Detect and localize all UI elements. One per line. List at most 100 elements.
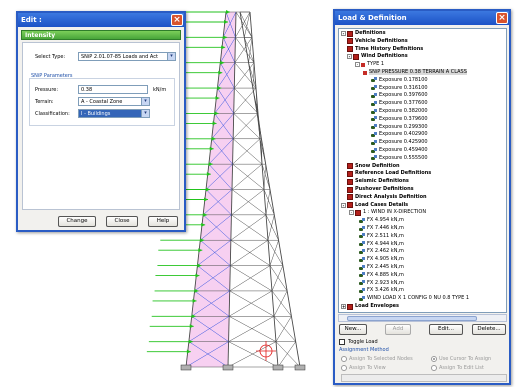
new-button[interactable]: New... (339, 324, 367, 335)
tree-node[interactable]: Pushover Definitions (347, 186, 414, 193)
tree-node[interactable]: FX 7.446 kN,m (359, 225, 404, 232)
horizontal-scrollbar[interactable] (338, 314, 507, 322)
tree-node[interactable]: FX 2.511 kN,m (359, 233, 404, 240)
tree-node[interactable]: SNiP PRESSURE 0.38 TERRAIN A CLASS (363, 69, 467, 76)
scroll-thumb[interactable] (347, 316, 477, 321)
load-dialog-titlebar[interactable]: Load & Definition × (335, 11, 509, 25)
tree-node[interactable]: + Load Envelopes (341, 303, 399, 310)
assign-list-field[interactable] (341, 374, 507, 382)
tree-node[interactable]: FX 4.885 kN,m (359, 272, 404, 279)
tree-node[interactable]: Seismic Definitions (347, 178, 409, 185)
tree-node[interactable]: Exposure 0.425900 (371, 139, 428, 146)
leg-member (234, 11, 237, 38)
help-button[interactable]: Help (148, 216, 178, 227)
tree-node[interactable]: FX 4.954 kN,m (359, 217, 404, 224)
assign-view-radio[interactable] (341, 365, 347, 371)
classification-dropdown[interactable]: I - Buildings ▾ (78, 109, 150, 118)
chevron-down-icon[interactable]: ▾ (167, 53, 175, 60)
leg-member (267, 240, 271, 266)
tree-node[interactable]: Time History Definitions (347, 46, 423, 53)
tree-node[interactable]: FX 3.426 kN,m (359, 287, 404, 294)
assign-view-label: Assign To View (349, 365, 386, 371)
use-cursor-radio[interactable] (431, 356, 437, 362)
tree-node[interactable]: - Definitions (341, 30, 386, 37)
leg-member (290, 316, 297, 342)
close-button[interactable]: Close (106, 216, 138, 227)
tree-node[interactable]: - 1 : WIND IN X-DIRECTION (349, 209, 426, 216)
chevron-down-icon[interactable]: ▾ (141, 98, 149, 105)
tree-node[interactable]: Direct Analysis Definition (347, 194, 427, 201)
bracing-member (235, 11, 251, 38)
bracing-member (271, 265, 284, 292)
folder-icon (353, 53, 359, 60)
collapse-icon[interactable]: - (341, 31, 346, 36)
tree-node[interactable]: Snow Definition (347, 163, 400, 170)
assign-selected-radio[interactable] (341, 356, 347, 362)
tree-node[interactable]: FX 2.923 kN,m (359, 280, 404, 287)
collapse-icon[interactable]: - (347, 54, 352, 60)
collapse-icon[interactable]: - (355, 62, 360, 68)
folder-icon (347, 186, 353, 193)
folder-icon (347, 303, 353, 310)
folder-icon (347, 194, 353, 201)
tree-node[interactable]: Exposure 0.379600 (371, 116, 428, 123)
select-type-dropdown[interactable]: SNiP 2.01.07-85 Loads and Act ▾ (78, 52, 176, 61)
bracing-member (229, 316, 277, 342)
assign-edit-list-radio[interactable] (431, 365, 437, 371)
support-node (222, 364, 234, 371)
tree-node-label: FX 7.446 kN,m (367, 225, 404, 231)
tree-node[interactable]: FX 2.445 kN,m (359, 264, 404, 271)
tree-node-label: Definitions (355, 30, 386, 36)
edit-button[interactable]: Edit... (429, 324, 463, 335)
tree-node[interactable]: Exposure 0.299300 (371, 124, 428, 131)
leg-member (231, 164, 234, 190)
tree-node[interactable]: Exposure 0.459400 (371, 147, 428, 154)
tree-node[interactable]: Exposure 0.178100 (371, 77, 428, 84)
expand-icon[interactable]: + (341, 304, 346, 309)
collapse-icon[interactable]: - (341, 202, 346, 208)
collapse-icon[interactable]: - (349, 210, 354, 216)
leg-member (230, 214, 232, 241)
tree-node[interactable]: - Wind Definitions (347, 53, 408, 60)
tree-node-label: SNiP PRESSURE 0.38 TERRAIN A CLASS (369, 69, 467, 75)
tree-node-label: Pushover Definitions (355, 186, 414, 192)
tree-node[interactable]: Exposure 0.316100 (371, 85, 428, 92)
tree-node[interactable]: Vehicle Definitions (347, 38, 408, 45)
edit-dialog: Edit : × Intensity Select Type: SNiP 2.0… (16, 11, 186, 232)
tree-node-label: Exposure 0.459400 (379, 147, 428, 153)
support-node (272, 364, 284, 371)
toggle-load-checkbox[interactable] (339, 339, 345, 345)
bracing-member (228, 316, 275, 342)
tree-node[interactable]: Exposure 0.377600 (371, 100, 428, 107)
tree-node[interactable]: FX 4.944 kN,m (359, 241, 404, 248)
edit-dialog-titlebar[interactable]: Edit : × (18, 13, 184, 27)
tree-node[interactable]: WIND LOAD X 1 CONFIG 0 NU 0.8 TYPE 1 (359, 295, 469, 302)
tree-node[interactable]: - Load Cases Details (341, 202, 408, 209)
pressure-input[interactable]: 0.38 (78, 85, 148, 94)
terrain-dropdown[interactable]: A - Coastal Zone ▾ (78, 97, 150, 106)
chevron-down-icon[interactable]: ▾ (141, 110, 149, 117)
tree-node[interactable]: Exposure 0.397600 (371, 92, 428, 99)
close-icon[interactable]: × (171, 14, 183, 26)
tree-node-label: FX 4.905 kN,m (367, 256, 404, 263)
tree-node[interactable]: Exposure 0.555500 (371, 155, 428, 162)
bracing-member (230, 265, 273, 292)
bracing-member (229, 290, 273, 317)
bracing-member (234, 87, 259, 114)
load-item-icon (371, 100, 377, 107)
change-button[interactable]: Change (58, 216, 96, 227)
tree-node[interactable]: Exposure 0.382000 (371, 108, 428, 115)
tree-node[interactable]: - TYPE 1 (355, 61, 384, 68)
tree-node[interactable]: Reference Load Definitions (347, 170, 431, 177)
load-tree[interactable]: - Definitions Vehicle Definitions Time Hist… (338, 28, 507, 313)
tree-node[interactable]: FX 4.905 kN,m (359, 256, 404, 263)
close-icon[interactable]: × (496, 12, 508, 24)
tree-node[interactable]: FX 2.462 kN,m (359, 248, 404, 255)
tab-intensity[interactable]: Intensity (21, 30, 181, 40)
bracing-member (233, 113, 261, 139)
bracing-member (273, 290, 288, 317)
tree-node[interactable]: Exposure 0.402900 (371, 131, 428, 138)
add-button[interactable]: Add (385, 324, 411, 335)
leg-member (239, 11, 245, 38)
delete-button[interactable]: Delete... (472, 324, 506, 335)
